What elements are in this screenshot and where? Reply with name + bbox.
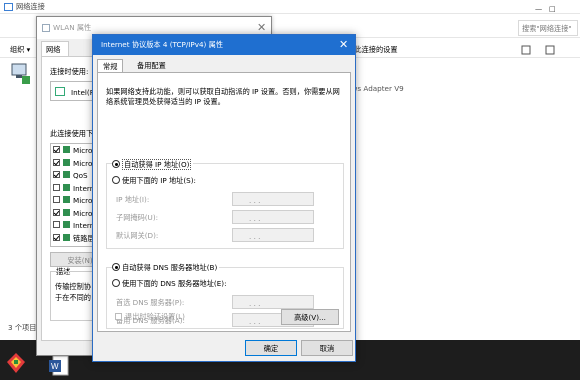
description-line-1: 传输控制协: [55, 282, 91, 291]
validate-on-exit-label: 退出时验证设置(L): [125, 312, 185, 321]
ip-dots: . . .: [249, 317, 261, 326]
manual-dns-radio[interactable]: 使用下面的 DNS 服务器地址(E):: [112, 279, 229, 289]
wlan-title: WLAN 属性: [53, 23, 92, 32]
manual-ip-radio[interactable]: 使用下面的 IP 地址(S):: [112, 176, 198, 186]
manual-dns-label: 使用下面的 DNS 服务器地址(E):: [122, 279, 227, 288]
ip-address-field[interactable]: . . .: [232, 192, 314, 206]
checkbox[interactable]: [53, 183, 60, 191]
default-gateway-field[interactable]: . . .: [232, 228, 314, 242]
window-controls[interactable]: — □: [535, 4, 556, 13]
close-icon[interactable]: ✕: [339, 38, 348, 51]
item-count: 3 个项目: [8, 323, 37, 332]
radio-dot: [112, 160, 120, 168]
wlan-title-icon: [42, 24, 50, 32]
dialog-titlebar: Internet 协议版本 4 (TCP/IPv4) 属性 ✕: [93, 35, 355, 55]
tab-alternate-configuration[interactable]: 备用配置: [132, 59, 171, 72]
ip-dots: . . .: [249, 232, 261, 241]
radio-dot: [112, 176, 120, 184]
manual-ip-label: 使用下面的 IP 地址(S):: [122, 176, 196, 185]
view-options-icon[interactable]: [520, 44, 560, 56]
ipv4-properties-dialog: Internet 协议版本 4 (TCP/IPv4) 属性 ✕ 常规 备用配置 …: [92, 34, 356, 362]
checkbox[interactable]: [53, 146, 60, 153]
preferred-dns-field[interactable]: . . .: [232, 295, 314, 309]
general-panel: 如果网络支持此功能，则可以获取自动指派的 IP 设置。否则，你需要从网络系统管理…: [97, 72, 351, 332]
component-icon: [63, 171, 70, 178]
wlan-adapter-icon[interactable]: [10, 62, 32, 86]
component-icon: [63, 158, 70, 166]
default-gateway-label: 默认网关(D):: [116, 231, 159, 240]
organize-menu[interactable]: 组织 ▾: [10, 45, 30, 55]
ip-dots: . . .: [249, 214, 261, 223]
list-item-label: Micro: [73, 196, 93, 205]
explorer-title: 网络连接: [16, 2, 45, 11]
cancel-button[interactable]: 取消: [301, 340, 353, 356]
auto-ip-label: 自动获得 IP 地址(O): [122, 159, 192, 170]
component-icon: [63, 196, 70, 203]
list-item-label: Micro: [73, 208, 93, 218]
subnet-mask-field[interactable]: . . .: [232, 210, 314, 224]
dialog-title: Internet 协议版本 4 (TCP/IPv4) 属性: [101, 40, 224, 49]
preferred-dns-label: 首选 DNS 服务器(P):: [116, 298, 185, 307]
connect-using-label: 连接时使用:: [50, 67, 89, 76]
auto-dns-label: 自动获得 DNS 服务器地址(B): [122, 263, 218, 272]
search-input[interactable]: 搜索"网络连接": [518, 20, 578, 36]
component-icon: [63, 233, 70, 241]
ok-button[interactable]: 确定: [245, 340, 297, 356]
checkbox[interactable]: [53, 196, 60, 203]
tab-general[interactable]: 常规: [97, 59, 124, 73]
dialog-description: 如果网络支持此功能，则可以获取自动指派的 IP 设置。否则，你需要从网络系统管理…: [106, 87, 340, 106]
checkbox-box: [115, 313, 122, 320]
close-icon[interactable]: ✕: [257, 21, 266, 34]
description-line-2: 于在不同的: [55, 293, 91, 302]
component-icon: [63, 221, 70, 228]
network-folder-icon: [4, 3, 13, 11]
checkbox[interactable]: [53, 233, 60, 241]
component-icon: [63, 146, 70, 153]
auto-dns-radio[interactable]: 自动获得 DNS 服务器地址(B): [112, 263, 220, 273]
list-item-label: Micro: [73, 158, 93, 168]
radio-dot: [112, 263, 120, 271]
list-item-label: Micro: [73, 146, 93, 155]
checkbox[interactable]: [53, 158, 60, 166]
list-item-label: QoS: [73, 171, 88, 180]
app-taskbar-icon[interactable]: [6, 352, 26, 374]
component-icon: [63, 183, 70, 191]
checkbox[interactable]: [53, 208, 60, 216]
checkbox[interactable]: [53, 221, 60, 228]
auto-ip-radio[interactable]: 自动获得 IP 地址(O): [112, 159, 194, 170]
checkbox[interactable]: [53, 171, 60, 178]
subnet-mask-label: 子网掩码(U):: [116, 213, 159, 222]
ip-dots: . . .: [249, 196, 261, 205]
advanced-button[interactable]: 高级(V)...: [281, 309, 339, 325]
tab-network[interactable]: 网络: [41, 41, 69, 56]
ip-dots: . . .: [249, 299, 261, 308]
validate-on-exit-checkbox[interactable]: 退出时验证设置(L): [115, 312, 185, 322]
svg-text:W: W: [51, 362, 59, 371]
word-document-icon[interactable]: W: [48, 355, 70, 377]
component-icon: [63, 208, 70, 216]
ip-address-label: IP 地址(I):: [116, 195, 150, 204]
radio-dot: [112, 279, 120, 287]
adapter-icon: [55, 87, 65, 96]
explorer-titlebar: 网络连接 — □: [0, 0, 580, 14]
